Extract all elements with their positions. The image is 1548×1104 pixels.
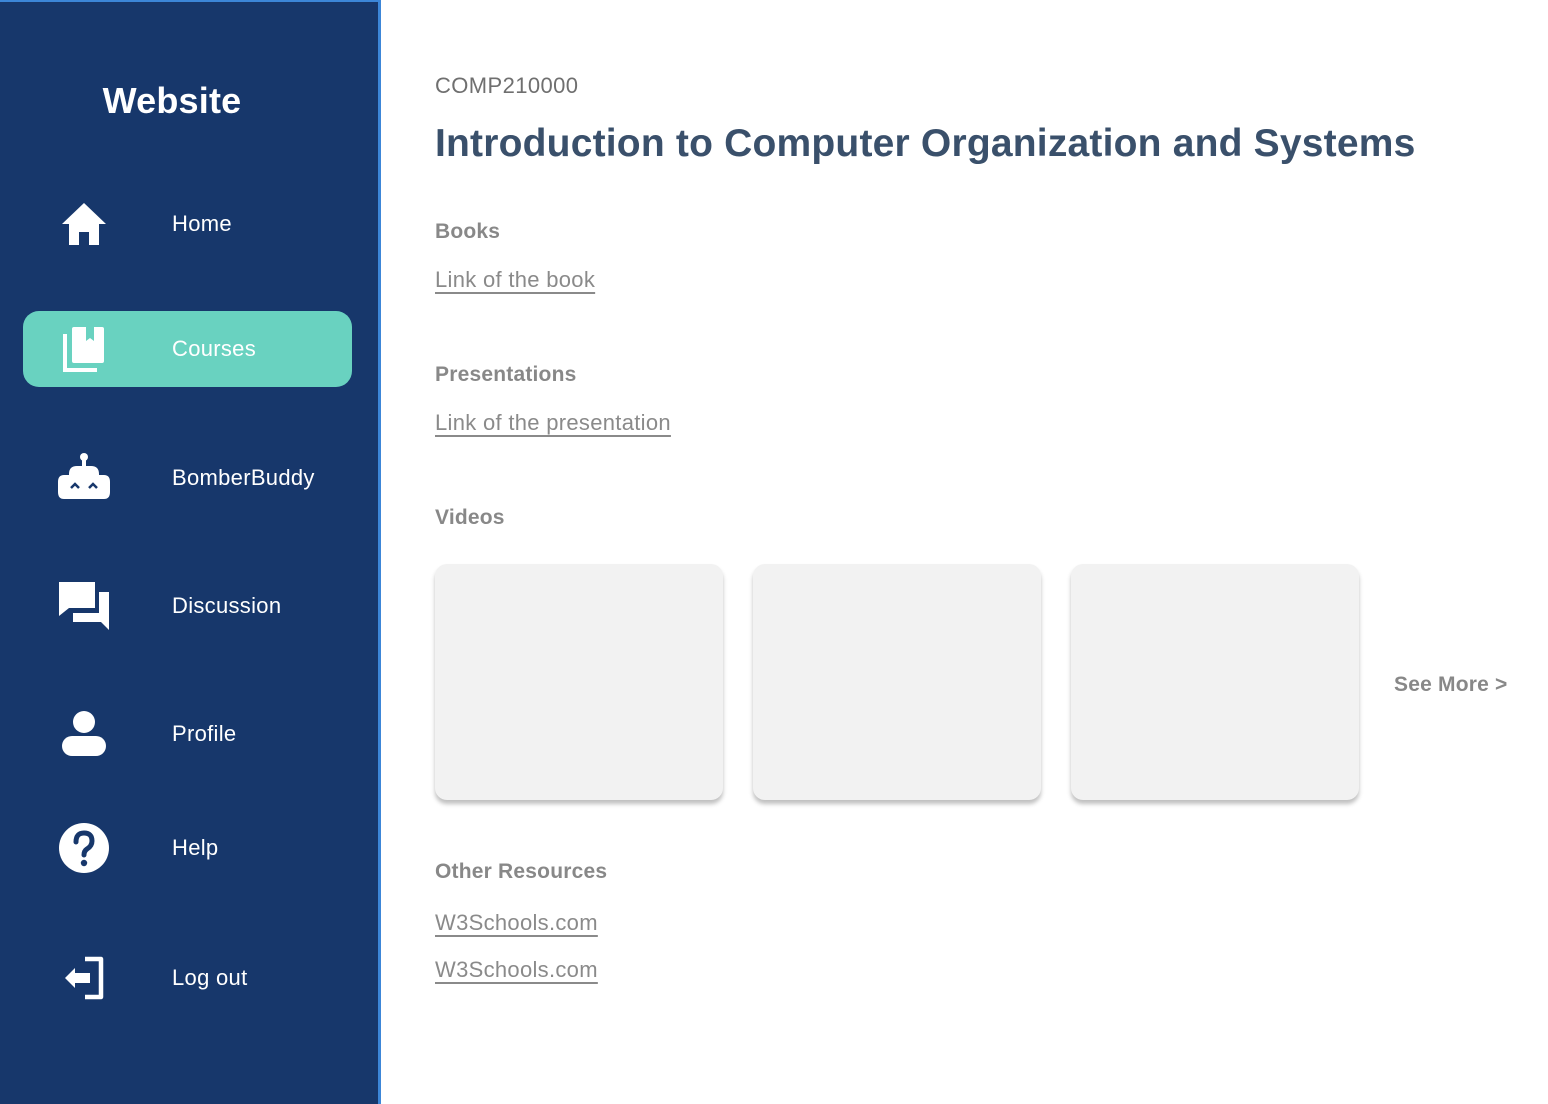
robot-icon	[55, 449, 113, 507]
sidebar-item-label: Profile	[172, 721, 237, 746]
video-thumbnail[interactable]	[753, 564, 1041, 800]
videos-heading: Videos	[435, 506, 505, 529]
sidebar-item-label: Discussion	[172, 593, 282, 618]
sidebar-item-label: Help	[172, 835, 219, 860]
sidebar-item-discussion[interactable]: Discussion	[23, 568, 352, 644]
sidebar-item-label: Log out	[172, 965, 248, 990]
brand-title: Website	[102, 80, 242, 121]
profile-icon	[55, 705, 113, 763]
sidebar-item-label: BomberBuddy	[172, 465, 315, 490]
sidebar-item-logout[interactable]: Log out	[23, 940, 352, 1016]
course-code: COMP210000	[435, 73, 579, 98]
sidebar-item-label: Courses	[172, 336, 257, 361]
see-more-button[interactable]: See More >	[1394, 673, 1507, 697]
books-heading: Books	[435, 220, 501, 243]
sidebar-item-home[interactable]: Home	[23, 186, 352, 262]
resource-link[interactable]: W3Schools.com	[435, 957, 598, 983]
help-icon	[55, 819, 113, 877]
other-resources-heading: Other Resources	[435, 860, 608, 883]
sidebar: Website Home Courses BomberBuddy Discuss…	[0, 0, 381, 1104]
sidebar-item-label: Home	[172, 211, 232, 236]
discussion-icon	[55, 577, 113, 635]
sidebar-item-bomberbuddy[interactable]: BomberBuddy	[23, 440, 352, 516]
video-thumbnail[interactable]	[1071, 564, 1359, 800]
presentations-heading: Presentations	[435, 363, 577, 386]
video-thumbnail[interactable]	[435, 564, 723, 800]
logout-icon	[55, 949, 113, 1007]
sidebar-item-profile[interactable]: Profile	[23, 696, 352, 772]
home-icon	[55, 195, 113, 253]
presentation-link[interactable]: Link of the presentation	[435, 410, 671, 436]
resource-link[interactable]: W3Schools.com	[435, 910, 598, 936]
sidebar-item-help[interactable]: Help	[23, 810, 352, 886]
main-content: COMP210000 Introduction to Computer Orga…	[435, 0, 1548, 1104]
courses-icon	[55, 320, 113, 378]
book-link[interactable]: Link of the book	[435, 267, 595, 293]
page-title: Introduction to Computer Organization an…	[435, 122, 1416, 165]
sidebar-item-courses[interactable]: Courses	[23, 311, 352, 387]
